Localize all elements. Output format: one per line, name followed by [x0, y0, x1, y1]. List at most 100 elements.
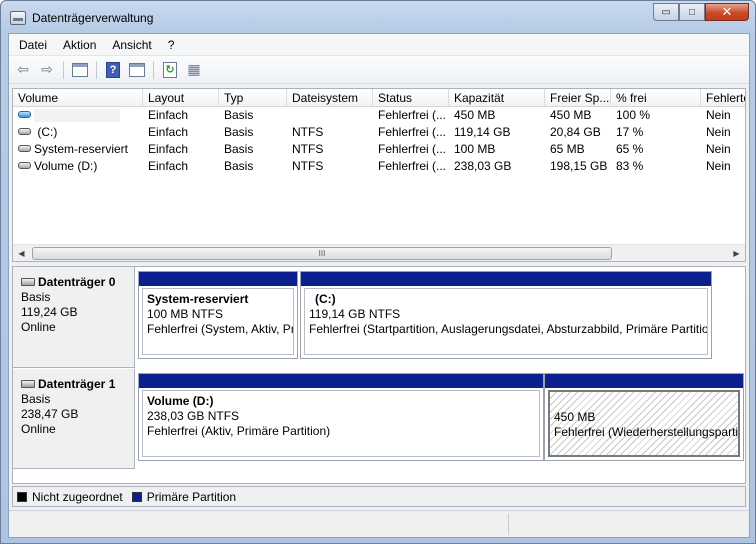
help-button[interactable]: ? [102, 59, 124, 81]
partition-system-reserviert[interactable]: System-reserviert 100 MB NTFS Fehlerfrei… [138, 271, 298, 359]
legend-label: Nicht zugeordnet [32, 489, 123, 504]
partition-info: System-reserviert 100 MB NTFS Fehlerfrei… [142, 288, 294, 355]
table-row[interactable]: Einfach Basis Fehlerfrei (... 450 MB 450… [13, 107, 745, 124]
cell-fehlertoleranz: Nein [706, 125, 731, 139]
column-header-kapazitaet[interactable]: Kapazität [449, 89, 545, 107]
partition-size: 450 MB [554, 410, 596, 424]
cell-freier-speicher: 198,15 GB [550, 159, 608, 173]
table-row[interactable]: Volume (D:) Einfach Basis NTFS Fehlerfre… [13, 158, 745, 175]
partition-info: 450 MB Fehlerfrei (Wiederherstellungspar… [548, 390, 740, 457]
cell-dateisystem: NTFS [292, 159, 324, 173]
back-arrow-icon[interactable]: ⇦ [12, 59, 34, 81]
column-header-status[interactable]: Status [373, 89, 449, 107]
horizontal-scrollbar[interactable]: ◀ III ▶ [13, 244, 745, 261]
refresh-icon: ↻ [163, 61, 177, 78]
column-header-fehlertoleranz[interactable]: Fehlertc [701, 89, 745, 107]
menu-help[interactable]: ? [160, 38, 183, 52]
minimize-button[interactable]: ▭ [653, 3, 679, 21]
client-area: Datei Aktion Ansicht ? ⇦ ⇨ ? ↻ ▦ Volume … [8, 33, 750, 538]
menu-datei[interactable]: Datei [11, 38, 55, 52]
cell-kapazitaet: 450 MB [454, 108, 496, 122]
scroll-right-arrow-icon[interactable]: ▶ [728, 245, 745, 261]
window-title: Datenträgerverwaltung [32, 11, 154, 25]
partition-c[interactable]: (C:) 119,14 GB NTFS Fehlerfrei (Startpar… [300, 271, 712, 359]
cell-freier-speicher: 20,84 GB [550, 125, 601, 139]
partition-recovery[interactable]: 450 MB Fehlerfrei (Wiederherstellungspar… [544, 373, 744, 461]
cell-volume-label: Volume (D:) [34, 159, 98, 173]
disk-1-size: 238,47 GB [21, 407, 79, 421]
volume-icon [18, 162, 31, 170]
primary-partition-bar [139, 374, 543, 388]
column-header-typ[interactable]: Typ [219, 89, 287, 107]
cell-freier-speicher: 65 MB [550, 142, 585, 156]
title-bar[interactable]: Datenträgerverwaltung ▭ □ ✕ [1, 1, 755, 33]
cell-prozent-frei: 17 % [616, 125, 644, 139]
scrollbar-thumb[interactable]: III [32, 247, 612, 260]
close-button[interactable]: ✕ [705, 3, 749, 21]
forward-arrow-icon[interactable]: ⇨ [36, 59, 58, 81]
cell-fehlertoleranz: Nein [706, 142, 731, 156]
table-row[interactable]: System-reserviert Einfach Basis NTFS Feh… [13, 141, 745, 158]
disk-0-title: Datenträger 0 [38, 275, 116, 289]
cell-dateisystem [287, 107, 373, 124]
help-icon: ? [106, 61, 120, 78]
cell-status: Fehlerfrei (... [378, 125, 447, 139]
cell-typ: Basis [224, 142, 254, 156]
cell-typ: Basis [224, 125, 254, 139]
cell-kapazitaet: 238,03 GB [454, 159, 512, 173]
cell-volume: Volume (D:) [13, 158, 143, 175]
properties-button[interactable]: ▦ [183, 59, 205, 81]
show-action-pane-button[interactable] [126, 59, 148, 81]
volume-list: Volume Layout Typ Dateisystem Status Kap… [12, 88, 746, 262]
disk-1-title-row: Datenträger 1 [21, 377, 134, 392]
partition-volume-d[interactable]: Volume (D:) 238,03 GB NTFS Fehlerfrei (A… [138, 373, 544, 461]
toolbar-separator [63, 60, 64, 79]
menu-bar: Datei Aktion Ansicht ? [9, 34, 749, 56]
legend-label: Primäre Partition [146, 489, 237, 504]
partition-status: Fehlerfrei (Wiederherstellungspartit [554, 425, 740, 439]
cell-volume [13, 107, 143, 124]
toolbar: ⇦ ⇨ ? ↻ ▦ [9, 56, 749, 84]
disk-icon [21, 277, 35, 286]
cell-status: Fehlerfrei (... [378, 159, 447, 173]
cell-kapazitaet: 100 MB [454, 142, 496, 156]
column-header-dateisystem[interactable]: Dateisystem [287, 89, 373, 107]
cell-status: Fehlerfrei (... [378, 108, 447, 122]
cell-dateisystem: NTFS [292, 125, 324, 139]
toolbar-separator [153, 60, 154, 79]
app-window: Datenträgerverwaltung ▭ □ ✕ Datei Aktion… [0, 0, 756, 544]
partition-name [554, 395, 738, 410]
cell-status: Fehlerfrei (... [378, 142, 447, 156]
cell-volume: (C:) [13, 124, 143, 141]
cell-volume-label: System-reserviert [34, 142, 129, 156]
partition-status: Fehlerfrei (Aktiv, Primäre Partition) [147, 424, 331, 438]
partition-status: Fehlerfrei (Startpartition, Auslagerungs… [309, 322, 708, 336]
scroll-left-arrow-icon[interactable]: ◀ [13, 245, 30, 261]
partition-name: (C:) [315, 292, 336, 306]
cell-kapazitaet: 119,14 GB [454, 125, 511, 139]
disk-0-size: 119,24 GB [21, 305, 78, 319]
partition-name: System-reserviert [147, 292, 249, 306]
maximize-button[interactable]: □ [679, 3, 705, 21]
disk-0-title-row: Datenträger 0 [21, 275, 134, 290]
column-header-volume[interactable]: Volume [13, 89, 143, 107]
disk-0-label[interactable]: Datenträger 0 Basis 119,24 GB Online [13, 267, 135, 368]
column-header-prozent-frei[interactable]: % frei [611, 89, 701, 107]
disk-1-label[interactable]: Datenträger 1 Basis 238,47 GB Online [13, 369, 135, 469]
disk-1-type: Basis [21, 392, 51, 406]
disk-1-state: Online [21, 422, 56, 436]
status-bar-separator [508, 514, 509, 535]
show-hide-console-tree-button[interactable] [69, 59, 91, 81]
disk-management-icon [10, 11, 26, 25]
cell-layout: Einfach [148, 125, 189, 139]
refresh-button[interactable]: ↻ [159, 59, 181, 81]
table-row[interactable]: (C:) Einfach Basis NTFS Fehlerfrei (... … [13, 124, 745, 141]
column-header-layout[interactable]: Layout [143, 89, 219, 107]
menu-aktion[interactable]: Aktion [55, 38, 104, 52]
legend-item-unallocated: Nicht zugeordnet [17, 490, 123, 504]
disk-1-title: Datenträger 1 [38, 377, 116, 391]
menu-ansicht[interactable]: Ansicht [104, 38, 159, 52]
column-header-freier-speicher[interactable]: Freier Sp... [545, 89, 611, 107]
disk-graphical-view: Datenträger 0 Basis 119,24 GB Online Sys… [12, 266, 746, 484]
disk-1-partitions: Volume (D:) 238,03 GB NTFS Fehlerfrei (A… [136, 369, 745, 469]
